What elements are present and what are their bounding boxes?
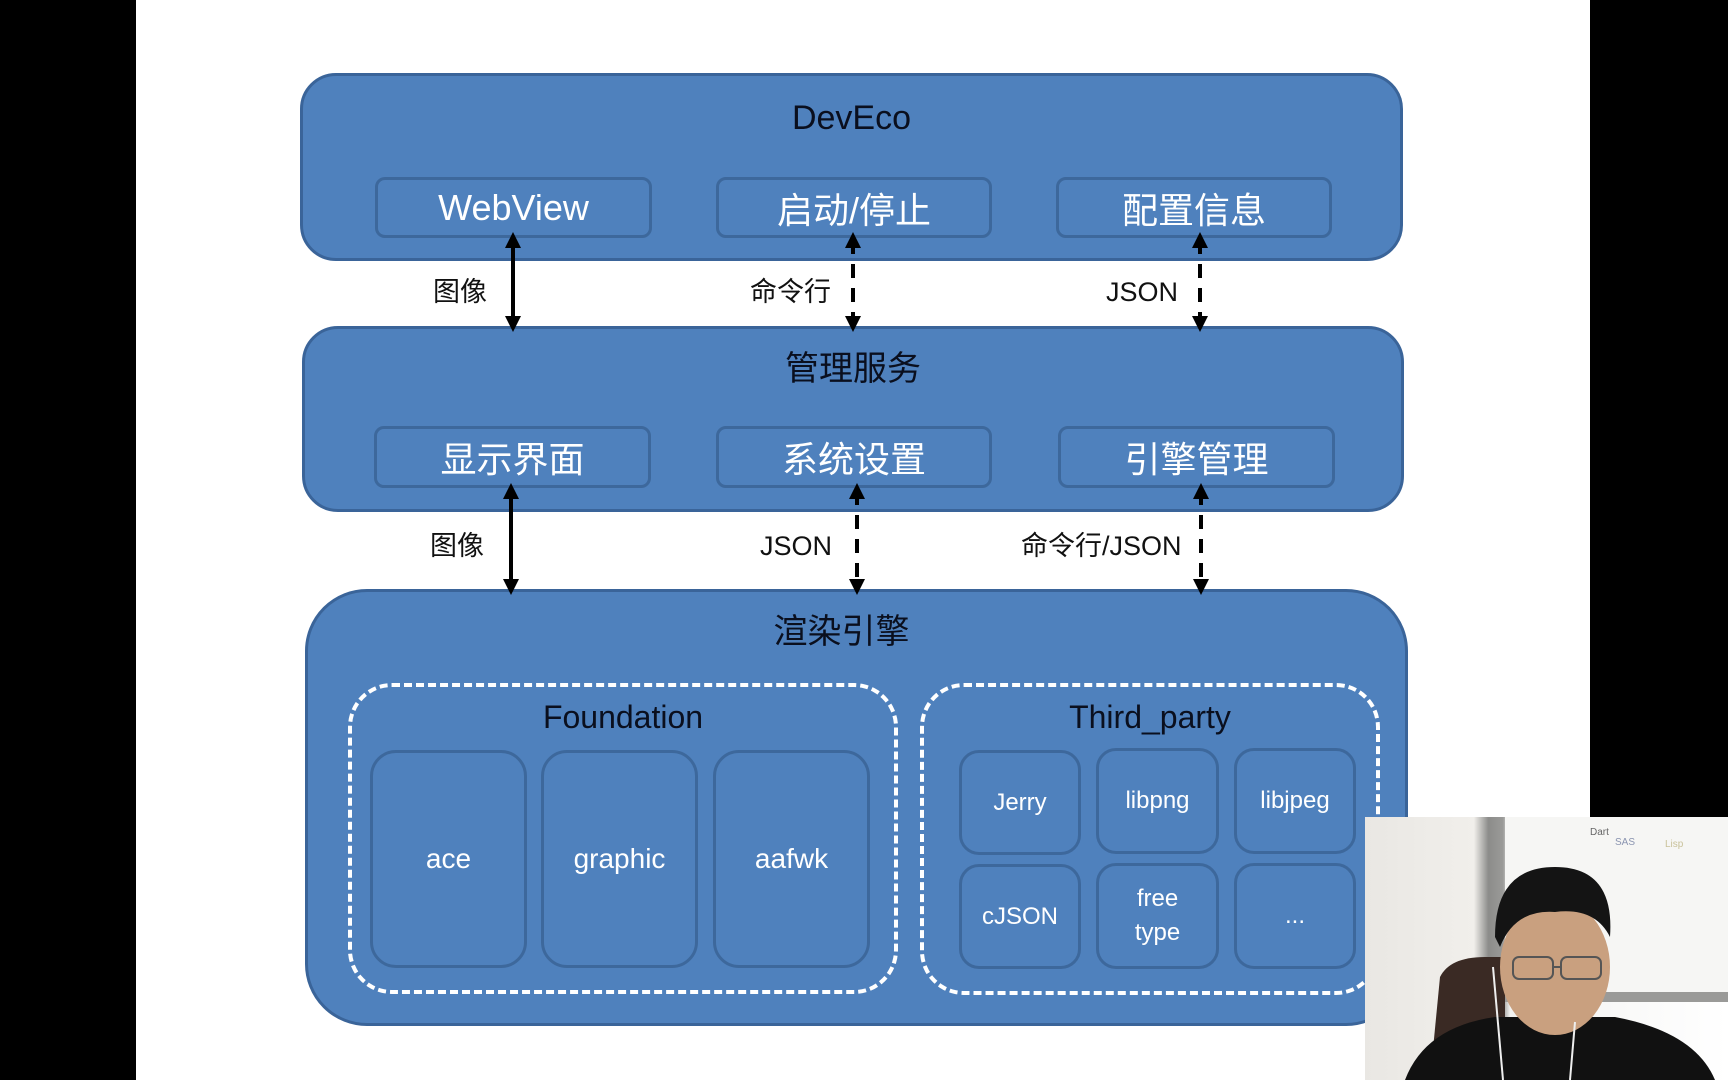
layer-management-service-title: 管理服务 <box>785 350 921 388</box>
webcam-bg-word-dart: Dart <box>1590 827 1609 838</box>
module-engine-management: 引擎管理 <box>1058 426 1335 488</box>
module-display-ui: 显示界面 <box>374 426 651 488</box>
module-config-info: 配置信息 <box>1056 177 1332 238</box>
label-config-json: JSON <box>1106 277 1179 307</box>
module-system-settings: 系统设置 <box>716 426 992 488</box>
webcam-bg-word-lisp: Lisp <box>1665 839 1684 850</box>
layer-deveco-title: DevEco <box>791 99 912 137</box>
presenter-figure: Dart SAS Lisp <box>1405 817 1728 1080</box>
group-foundation-title: Foundation <box>542 699 704 735</box>
label-start-stop-cmd: 命令行 <box>750 277 831 307</box>
webcam-bg-word-sas: SAS <box>1615 837 1635 848</box>
module-ace: ace <box>370 750 527 968</box>
presenter-webcam: Dart SAS Lisp <box>1365 817 1728 1080</box>
label-engine-cmd-json: 命令行/JSON <box>1021 531 1182 561</box>
module-libpng: libpng <box>1096 748 1219 854</box>
module-webview: WebView <box>375 177 652 238</box>
module-graphic: graphic <box>541 750 698 968</box>
module-libjpeg: libjpeg <box>1234 748 1356 854</box>
module-jerry: Jerry <box>959 750 1081 855</box>
label-webview-image: 图像 <box>433 277 487 307</box>
layer-render-engine-title: 渲染引擎 <box>773 613 910 651</box>
group-third-party-title: Third_party <box>1069 699 1231 735</box>
label-settings-json: JSON <box>760 531 833 561</box>
label-display-image: 图像 <box>430 531 484 561</box>
module-start-stop: 启动/停止 <box>716 177 992 238</box>
module-cjson: cJSON <box>959 864 1081 969</box>
module-freetype: free type <box>1096 863 1219 969</box>
module-more: ... <box>1234 863 1356 969</box>
module-aafwk: aafwk <box>713 750 870 968</box>
